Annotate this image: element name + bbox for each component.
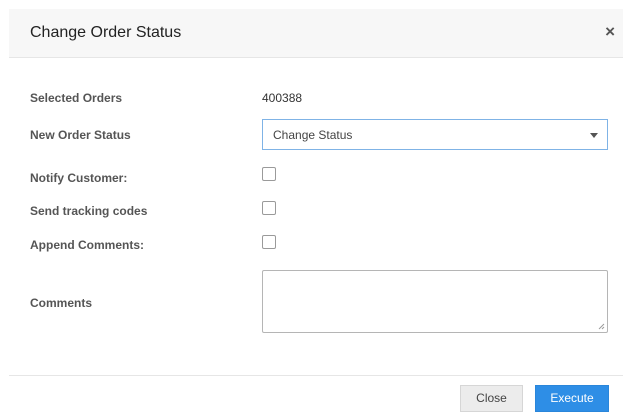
close-icon[interactable]: × bbox=[605, 22, 615, 42]
footer-divider bbox=[9, 375, 623, 376]
order-status-selected-value: Change Status bbox=[273, 128, 353, 142]
close-button[interactable]: Close bbox=[460, 385, 523, 412]
selected-orders-label: Selected Orders bbox=[30, 91, 123, 105]
modal-title: Change Order Status bbox=[30, 24, 182, 41]
append-comments-label: Append Comments: bbox=[30, 238, 144, 252]
modal-header: Change Order Status × bbox=[9, 9, 623, 58]
append-comments-checkbox[interactable] bbox=[262, 235, 276, 249]
execute-button[interactable]: Execute bbox=[535, 385, 609, 412]
comments-label: Comments bbox=[30, 296, 93, 310]
new-order-status-label: New Order Status bbox=[30, 128, 131, 142]
chevron-down-icon bbox=[590, 133, 598, 138]
comments-textarea[interactable] bbox=[262, 270, 608, 333]
order-status-select[interactable]: Change Status bbox=[262, 119, 608, 150]
send-tracking-codes-checkbox[interactable] bbox=[262, 201, 276, 215]
resize-grip-icon[interactable] bbox=[598, 323, 605, 330]
notify-customer-checkbox[interactable] bbox=[262, 167, 276, 181]
send-tracking-codes-label: Send tracking codes bbox=[30, 204, 148, 218]
change-order-status-modal: Change Order Status × Selected Orders 40… bbox=[0, 0, 623, 412]
notify-customer-label: Notify Customer: bbox=[30, 171, 128, 185]
selected-orders-value: 400388 bbox=[262, 91, 303, 105]
